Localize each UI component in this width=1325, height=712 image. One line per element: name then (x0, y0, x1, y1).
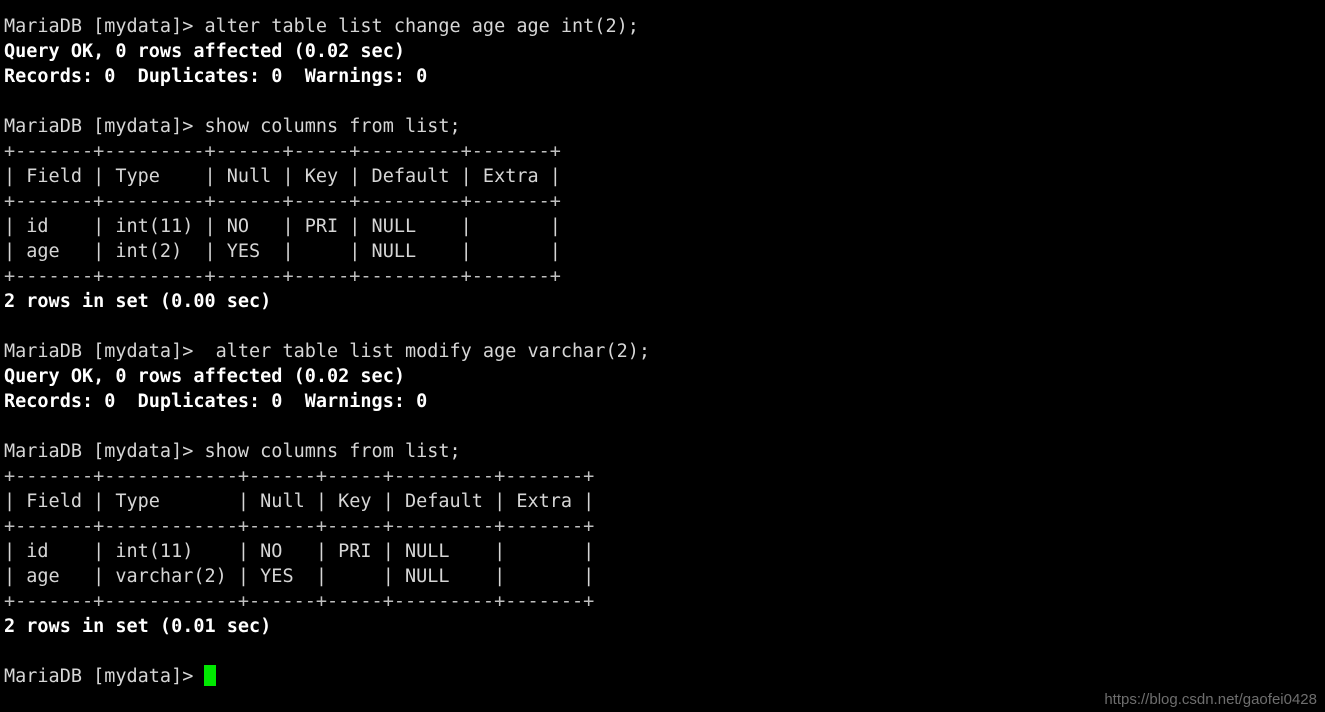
terminal-line: MariaDB [mydata]> alter table list chang… (4, 16, 639, 37)
terminal-line: | Field | Type | Null | Key | Default | … (4, 166, 561, 187)
terminal-line: Records: 0 Duplicates: 0 Warnings: 0 (4, 391, 428, 412)
terminal-line: +-------+------------+------+-----+-----… (4, 591, 595, 612)
terminal-line: 2 rows in set (0.01 sec) (4, 616, 272, 637)
terminal-line: | age | varchar(2) | YES | | NULL | | (4, 566, 595, 587)
terminal-line: MariaDB [mydata]> show columns from list… (4, 116, 461, 137)
terminal-line: | id | int(11) | NO | PRI | NULL | | (4, 541, 595, 562)
terminal-line: | id | int(11) | NO | PRI | NULL | | (4, 216, 561, 237)
watermark-text: https://blog.csdn.net/gaofei0428 (1104, 691, 1317, 708)
terminal-line: Records: 0 Duplicates: 0 Warnings: 0 (4, 66, 428, 87)
prompt-label: MariaDB [mydata]> (4, 666, 205, 687)
command-prompt-line[interactable]: MariaDB [mydata]> (4, 664, 1321, 689)
terminal-line: +-------+------------+------+-----+-----… (4, 516, 595, 537)
terminal-line: MariaDB [mydata]> alter table list modif… (4, 341, 651, 362)
terminal-line: MariaDB [mydata]> show columns from list… (4, 441, 461, 462)
terminal-line: +-------+---------+------+-----+--------… (4, 191, 561, 212)
terminal-line: +-------+---------+------+-----+--------… (4, 141, 561, 162)
terminal-line: | age | int(2) | YES | | NULL | | (4, 241, 561, 262)
terminal-line: Query OK, 0 rows affected (0.02 sec) (4, 366, 405, 387)
terminal-line: 2 rows in set (0.00 sec) (4, 291, 272, 312)
terminal-window[interactable]: MariaDB [mydata]> alter table list chang… (0, 0, 1325, 712)
terminal-line: +-------+---------+------+-----+--------… (4, 266, 561, 287)
terminal-line: Query OK, 0 rows affected (0.02 sec) (4, 41, 405, 62)
terminal-output[interactable]: MariaDB [mydata]> alter table list chang… (4, 14, 1321, 689)
terminal-line: +-------+------------+------+-----+-----… (4, 466, 595, 487)
terminal-line: | Field | Type | Null | Key | Default | … (4, 491, 595, 512)
text-cursor (204, 665, 217, 686)
